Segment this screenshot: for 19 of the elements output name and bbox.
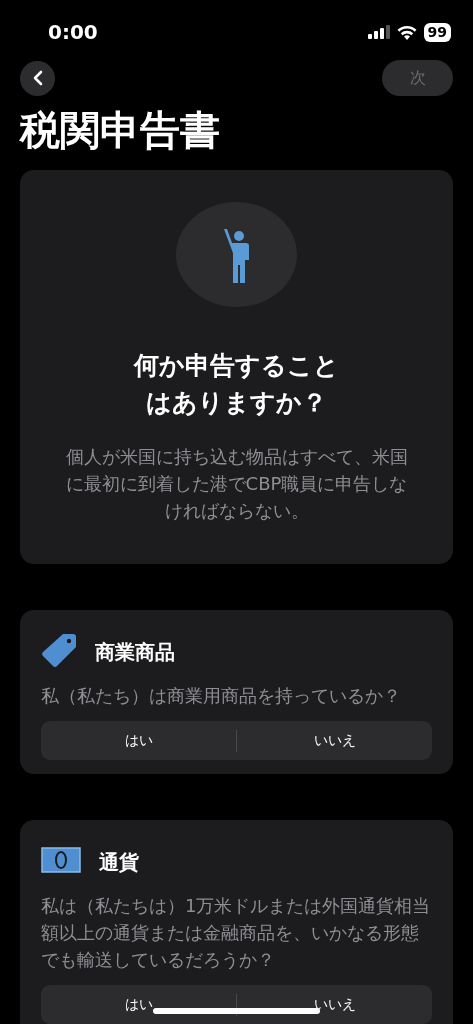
battery-indicator: 99 [423,22,451,42]
option-button[interactable]: はい [41,721,236,760]
status-time: 0:00 [48,20,98,44]
question-text: 私（私たち）は商業用商品を持っているか？ [41,684,402,708]
question-text: 私は（私たちは）1万米ドルまたは外国通貨相当額以上の通貨または金融商品を、いかなる形態でも輸送しているだろうか？ [41,894,432,972]
person-raising-hand-icon [221,226,252,283]
chevron-left-icon [32,70,43,86]
section-title: 商業商品 [95,638,175,666]
section-title: 通貨 [99,848,139,876]
banknote-icon [41,847,81,873]
page-title: 税関申告書 [20,106,221,155]
intro-heading: 何か申告することはありますか？ [132,350,340,419]
option-button[interactable]: はい [41,985,236,1024]
intro-text: 個人が米国に持ち込む物品はすべて、米国に最初に到着した港でCBP職員に申告しなければならない。 [64,445,409,523]
wifi-icon [396,24,417,40]
option-button[interactable]: いいえ [237,721,432,760]
tag-icon [41,633,77,667]
signal-icon [367,25,390,39]
back-button[interactable] [20,60,55,96]
